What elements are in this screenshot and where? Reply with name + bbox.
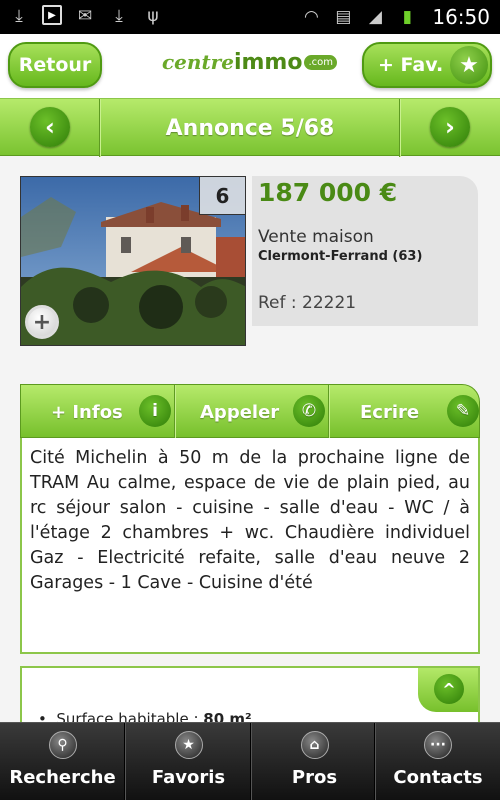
bottom-nav-favorites-label: Favoris <box>151 767 226 788</box>
bottom-nav-contacts-label: Contacts <box>393 767 483 788</box>
call-tab-label: Appeler <box>200 401 280 423</box>
bottom-nav-pros[interactable]: ⌂ Pros <box>252 723 377 800</box>
listing-city: Clermont-Ferrand (63) <box>258 249 423 264</box>
home-icon: ⌂ <box>300 731 329 759</box>
star-icon: ★ <box>450 46 488 84</box>
chevron-right-icon: › <box>445 113 455 141</box>
photo-count-badge: 6 <box>199 177 245 215</box>
listing-ref: Ref : 22221 <box>258 293 357 313</box>
usb-icon: ψ <box>147 6 159 26</box>
infos-tab-label: + Infos <box>51 401 123 423</box>
listing-type: Vente maison <box>258 227 374 247</box>
info-icon: i <box>139 395 171 427</box>
mail-icon: ✉ <box>77 6 93 26</box>
chevron-left-icon: ‹ <box>45 113 55 141</box>
signal-icon: ◢ <box>368 7 382 27</box>
chevron-up-icon: ^ <box>434 674 464 704</box>
bottom-nav-favorites[interactable]: ★ Favoris <box>126 723 251 800</box>
phone-icon: ✆ <box>293 395 325 427</box>
bottom-nav-search-label: Recherche <box>9 767 116 788</box>
status-bar: ⤓ ▶ ✉ ⤓ ψ ◠ ▤ ◢ ▮ 16:50 <box>0 0 500 34</box>
download-icon: ⤓ <box>115 6 123 26</box>
write-tab[interactable]: Ecrire ✎ <box>330 385 480 439</box>
wifi-icon: ◠ <box>303 7 319 27</box>
add-favorite-button[interactable]: + Fav. ★ <box>362 42 492 88</box>
star-icon: ★ <box>174 731 203 759</box>
back-button[interactable]: Retour <box>8 42 102 88</box>
app-header: Retour centre immo .com + Fav. ★ <box>0 34 500 98</box>
sim-icon: ▤ <box>335 7 352 27</box>
listing-description: Cité Michelin à 50 m de la prochaine lig… <box>20 438 480 654</box>
bottom-nav: ⚲ Recherche ★ Favoris ⌂ Pros ··· Contact… <box>0 722 500 800</box>
logo: centre immo .com <box>162 50 338 80</box>
listing-photo[interactable]: 6 + <box>20 176 246 346</box>
write-tab-label: Ecrire <box>360 401 420 423</box>
battery-icon: ▮ <box>402 7 413 27</box>
listing-counter: Annonce 5/68 <box>165 115 335 141</box>
previous-listing-button[interactable]: ‹ <box>30 107 70 147</box>
infos-tab[interactable]: + Infos i <box>21 385 174 439</box>
bottom-nav-pros-label: Pros <box>291 767 338 788</box>
more-icon: ··· <box>424 731 452 759</box>
status-clock: 16:50 <box>432 5 490 29</box>
action-tabs: + Infos i Appeler ✆ Ecrire ✎ <box>20 384 480 439</box>
listing-summary: 187 000 € Vente maison Clermont-Ferrand … <box>252 176 478 326</box>
bottom-nav-contacts[interactable]: ··· Contacts <box>376 723 500 800</box>
bottom-nav-search[interactable]: ⚲ Recherche <box>0 723 125 800</box>
call-tab[interactable]: Appeler ✆ <box>176 385 328 439</box>
video-icon: ▶ <box>42 5 62 25</box>
collapse-button[interactable]: ^ <box>418 668 478 712</box>
download-icon: ⤓ <box>15 6 23 26</box>
add-favorite-label: + Fav. <box>378 54 444 76</box>
zoom-icon[interactable]: + <box>25 305 59 339</box>
search-icon: ⚲ <box>48 731 77 759</box>
listing-nav-bar: ‹ Annonce 5/68 › <box>0 98 500 157</box>
next-listing-button[interactable]: › <box>430 107 470 147</box>
pencil-icon: ✎ <box>447 395 479 427</box>
listing-price: 187 000 € <box>258 178 398 207</box>
